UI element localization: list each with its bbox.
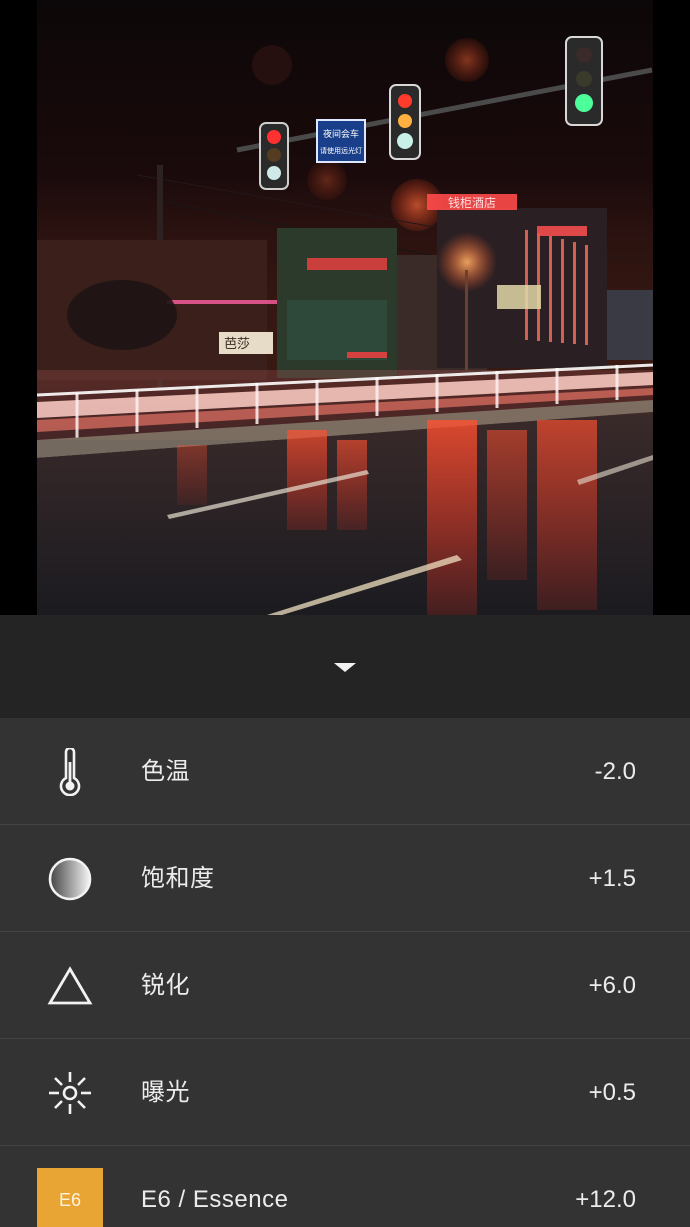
adjustment-label: 色温 xyxy=(141,758,190,785)
night-street-photo: 夜间会车 请使用远光灯 钱柜酒店 芭莎 xyxy=(37,36,653,615)
adjustment-label: 曝光 xyxy=(141,1079,190,1106)
collapse-panel-button[interactable] xyxy=(0,615,690,718)
road-sign-line-2: 请使用远光灯 xyxy=(320,146,362,155)
photo-preview-area: 夜间会车 请使用远光灯 钱柜酒店 芭莎 xyxy=(0,0,690,615)
shop-sign-basha: 芭莎 xyxy=(224,337,250,352)
adjustment-label: 饱和度 xyxy=(141,865,215,892)
neon-sign-hotel: 钱柜酒店 xyxy=(448,195,496,210)
adjustment-value: +12.0 xyxy=(575,1186,636,1213)
adjustment-row-temperature[interactable]: 色温 -2.0 xyxy=(0,718,690,825)
adjustment-value: +0.5 xyxy=(588,1079,636,1106)
adjustment-value: +6.0 xyxy=(588,972,636,999)
adjustment-panel: 色温 -2.0 饱和度 +1.5 锐化 +6.0 曝光 +0.5 E6 E6 /… xyxy=(0,615,690,1227)
chevron-down-icon xyxy=(334,663,356,672)
app-screen: 夜间会车 请使用远光灯 钱柜酒店 芭莎 色温 -2.0 饱和度 +1.5 锐化 … xyxy=(0,0,690,1227)
adjustment-value: -2.0 xyxy=(594,758,636,785)
road-sign-line-1: 夜间会车 xyxy=(323,128,359,140)
adjustment-label: 锐化 xyxy=(141,972,190,999)
adjustment-row-preset[interactable]: E6 E6 / Essence +12.0 xyxy=(0,1146,690,1227)
adjustment-row-saturation[interactable]: 饱和度 +1.5 xyxy=(0,825,690,932)
thermometer-icon xyxy=(37,718,103,825)
saturation-icon xyxy=(37,825,103,932)
adjustment-row-sharpen[interactable]: 锐化 +6.0 xyxy=(0,932,690,1039)
photo-preview[interactable]: 夜间会车 请使用远光灯 钱柜酒店 芭莎 xyxy=(37,0,653,615)
sharpen-triangle-icon xyxy=(37,932,103,1039)
exposure-sun-icon xyxy=(37,1039,103,1146)
preset-badge-label: E6 xyxy=(37,1167,103,1227)
adjustment-list: 色温 -2.0 饱和度 +1.5 锐化 +6.0 曝光 +0.5 E6 E6 /… xyxy=(0,718,690,1227)
preset-badge: E6 xyxy=(37,1146,103,1227)
adjustment-row-exposure[interactable]: 曝光 +0.5 xyxy=(0,1039,690,1146)
adjustment-value: +1.5 xyxy=(588,865,636,892)
adjustment-label: E6 / Essence xyxy=(141,1186,289,1213)
